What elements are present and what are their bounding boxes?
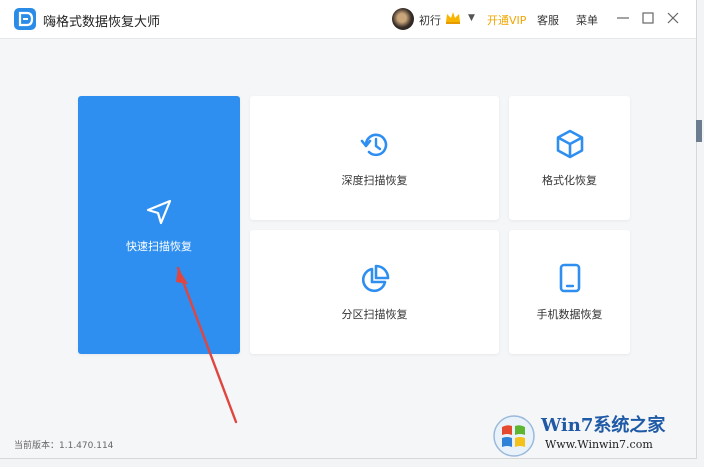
username[interactable]: 初行 xyxy=(419,12,441,28)
crown-icon xyxy=(444,10,462,30)
app-logo-icon xyxy=(14,8,36,30)
app-window: 嗨格式数据恢复大师 初行 ▼ 开通VIP 客服 菜单 快速扫描恢复 深度扫描恢复… xyxy=(0,0,697,459)
close-button[interactable] xyxy=(664,9,682,27)
watermark-url: Www.Winwin7.com xyxy=(545,438,653,451)
minimize-icon xyxy=(617,17,629,19)
quick-scan-label: 快速扫描恢复 xyxy=(126,240,192,253)
maximize-button[interactable] xyxy=(639,9,657,27)
navigation-arrow-icon xyxy=(143,196,175,232)
minimize-button[interactable] xyxy=(614,9,632,27)
cube-icon xyxy=(554,128,586,164)
deep-scan-card[interactable]: 深度扫描恢复 xyxy=(250,96,499,220)
chevron-down-icon[interactable]: ▼ xyxy=(468,13,475,23)
deep-scan-label: 深度扫描恢复 xyxy=(341,174,408,187)
format-recovery-card[interactable]: 格式化恢复 xyxy=(509,96,630,220)
close-icon xyxy=(667,12,679,24)
maximize-icon xyxy=(642,12,654,24)
scrollbar[interactable] xyxy=(696,120,702,142)
app-title: 嗨格式数据恢复大师 xyxy=(43,15,161,30)
history-icon xyxy=(358,128,392,166)
annotation-arrow xyxy=(170,260,250,434)
version-text: 当前版本：1.1.470.114 xyxy=(14,441,114,451)
partition-scan-card[interactable]: 分区扫描恢复 xyxy=(250,230,499,354)
partition-scan-label: 分区扫描恢复 xyxy=(341,308,408,321)
phone-recovery-label: 手机数据恢复 xyxy=(536,308,603,321)
title-bar: 嗨格式数据恢复大师 初行 ▼ 开通VIP 客服 菜单 xyxy=(0,0,696,39)
format-recovery-label: 格式化恢复 xyxy=(542,174,597,187)
watermark-title: Win7系统之家 xyxy=(541,415,666,436)
vip-link[interactable]: 开通VIP xyxy=(487,12,526,28)
phone-icon xyxy=(555,262,585,298)
pie-chart-icon xyxy=(358,262,392,300)
service-link[interactable]: 客服 xyxy=(537,12,559,28)
watermark: Win7系统之家 Www.Winwin7.com xyxy=(487,407,697,465)
avatar[interactable] xyxy=(392,8,414,30)
phone-recovery-card[interactable]: 手机数据恢复 xyxy=(509,230,630,354)
menu-link[interactable]: 菜单 xyxy=(576,12,598,28)
windows-logo-icon xyxy=(491,413,537,463)
